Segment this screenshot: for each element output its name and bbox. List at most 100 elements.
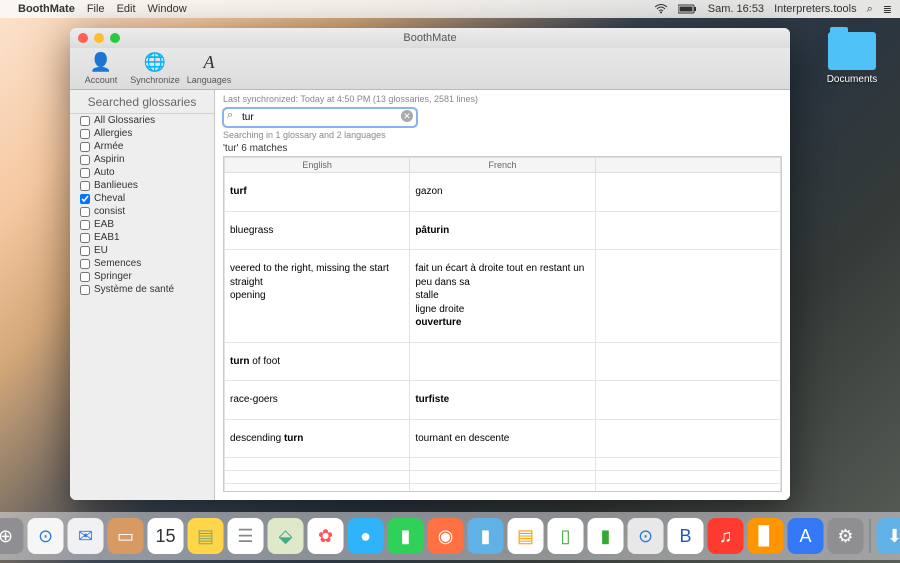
languages-button[interactable]: A Languages — [184, 50, 234, 85]
dock-maps[interactable]: ⬙ — [268, 518, 304, 554]
table-row[interactable]: bluegrasspâturin — [225, 211, 781, 250]
glossary-item[interactable]: Cheval — [70, 192, 214, 205]
glossary-item[interactable]: Auto — [70, 166, 214, 179]
search-input[interactable] — [223, 108, 417, 127]
glossary-label: Système de santé — [94, 284, 174, 295]
column-header[interactable] — [595, 158, 780, 173]
glossary-checkbox[interactable] — [80, 116, 90, 126]
glossary-checkbox[interactable] — [80, 155, 90, 165]
menu-window[interactable]: Window — [148, 3, 187, 15]
dock-itunes[interactable]: ♫ — [708, 518, 744, 554]
glossary-checkbox[interactable] — [80, 272, 90, 282]
column-header[interactable]: English — [225, 158, 410, 173]
table-cell — [595, 250, 780, 343]
dock-safari[interactable]: ⊙ — [28, 518, 64, 554]
notification-icon[interactable]: ≣ — [883, 3, 892, 16]
sync-status: Last synchronized: Today at 4:50 PM (13 … — [223, 94, 782, 104]
table-cell: fait un écart à droite tout en restant u… — [410, 250, 595, 343]
glossary-item[interactable]: All Glossaries — [70, 114, 214, 127]
clear-search-button[interactable]: ✕ — [401, 110, 413, 122]
results-table[interactable]: EnglishFrenchturfgazonbluegrasspâturinve… — [223, 156, 782, 492]
dock-downloads[interactable]: ⬇ — [877, 518, 900, 554]
dock-folder1[interactable]: ▮ — [468, 518, 504, 554]
table-row[interactable]: turn of foot — [225, 342, 781, 381]
glossary-checkbox[interactable] — [80, 246, 90, 256]
search-field-wrapper: ⌕ ✕ — [223, 107, 417, 127]
battery-icon[interactable] — [678, 4, 698, 14]
table-row[interactable]: race-goersturfiste — [225, 381, 781, 420]
dock-contacts[interactable]: ▭ — [108, 518, 144, 554]
glossary-item[interactable]: EU — [70, 244, 214, 257]
dock-photos[interactable]: ✿ — [308, 518, 344, 554]
titlebar[interactable]: BoothMate — [70, 28, 790, 48]
glossary-checkbox[interactable] — [80, 207, 90, 217]
glossary-checkbox[interactable] — [80, 181, 90, 191]
account-icon: 👤 — [89, 50, 113, 74]
glossary-checkbox[interactable] — [80, 194, 90, 204]
glossary-item[interactable]: Springer — [70, 270, 214, 283]
main-panel: Last synchronized: Today at 4:50 PM (13 … — [215, 90, 790, 500]
glossary-checkbox[interactable] — [80, 142, 90, 152]
menubar-sitename[interactable]: Interpreters.tools — [774, 3, 857, 15]
menu-edit[interactable]: Edit — [117, 3, 136, 15]
dock-messages[interactable]: ● — [348, 518, 384, 554]
glossary-checkbox[interactable] — [80, 220, 90, 230]
column-header[interactable]: French — [410, 158, 595, 173]
wifi-icon[interactable] — [654, 4, 668, 14]
glossary-checkbox[interactable] — [80, 168, 90, 178]
glossary-item[interactable]: EAB — [70, 218, 214, 231]
menubar-time[interactable]: Sam. 16:53 — [708, 3, 764, 15]
dock-facetime[interactable]: ▮ — [388, 518, 424, 554]
dock-photobooth[interactable]: ◉ — [428, 518, 464, 554]
glossary-label: Banlieues — [94, 180, 138, 191]
search-hint: Searching in 1 glossary and 2 languages — [223, 130, 782, 140]
dock-calendar[interactable]: 15 — [148, 518, 184, 554]
glossary-item[interactable]: EAB1 — [70, 231, 214, 244]
table-cell — [410, 342, 595, 381]
dock-numbers2[interactable]: ▮ — [588, 518, 624, 554]
account-button[interactable]: 👤 Account — [76, 50, 126, 85]
glossary-checkbox[interactable] — [80, 259, 90, 269]
dock-safari2[interactable]: ⊙ — [628, 518, 664, 554]
glossary-item[interactable]: Système de santé — [70, 283, 214, 296]
dock-ibooks[interactable]: ▊ — [748, 518, 784, 554]
dock-launchpad[interactable]: ⊕ — [0, 518, 24, 554]
app-window: BoothMate 👤 Account 🌐 Synchronize A Lang… — [70, 28, 790, 500]
glossary-label: Armée — [94, 141, 123, 152]
dock-appstore[interactable]: A — [788, 518, 824, 554]
dock-pages[interactable]: ▤ — [508, 518, 544, 554]
dock-notes[interactable]: ▤ — [188, 518, 224, 554]
dock-numbers[interactable]: ▯ — [548, 518, 584, 554]
table-row[interactable]: descending turntournant en descente — [225, 419, 781, 458]
glossary-label: EU — [94, 245, 108, 256]
table-row[interactable]: veered to the right, missing the startst… — [225, 250, 781, 343]
menu-file[interactable]: File — [87, 3, 105, 15]
dock-boothmate[interactable]: B — [668, 518, 704, 554]
table-cell: race-goers — [225, 381, 410, 420]
glossary-item[interactable]: Semences — [70, 257, 214, 270]
spotlight-icon[interactable]: ⌕ — [867, 3, 873, 16]
dock-settings[interactable]: ⚙ — [828, 518, 864, 554]
glossary-checkbox[interactable] — [80, 129, 90, 139]
table-row-empty — [225, 484, 781, 493]
glossary-item[interactable]: Aspirin — [70, 153, 214, 166]
glossary-checkbox[interactable] — [80, 233, 90, 243]
desktop-documents-folder[interactable]: Documents — [822, 32, 882, 85]
match-count: 'tur' 6 matches — [223, 143, 782, 154]
glossary-item[interactable]: consist — [70, 205, 214, 218]
dock-mail[interactable]: ✉ — [68, 518, 104, 554]
glossary-item[interactable]: Armée — [70, 140, 214, 153]
glossary-item[interactable]: Allergies — [70, 127, 214, 140]
glossary-label: All Glossaries — [94, 115, 155, 126]
dock: ☻⊕⊙✉▭15▤☰⬙✿●▮◉▮▤▯▮⊙B♫▊A⚙⬇🗑 — [0, 512, 900, 560]
dock-reminders[interactable]: ☰ — [228, 518, 264, 554]
table-row-empty — [225, 458, 781, 471]
synchronize-button[interactable]: 🌐 Synchronize — [130, 50, 180, 85]
table-row[interactable]: turfgazon — [225, 173, 781, 212]
table-cell: descending turn — [225, 419, 410, 458]
glossary-list: All GlossariesAllergiesArméeAspirinAutoB… — [70, 114, 214, 296]
glossary-checkbox[interactable] — [80, 285, 90, 295]
glossary-item[interactable]: Banlieues — [70, 179, 214, 192]
app-menu[interactable]: BoothMate — [18, 3, 75, 15]
glossary-label: Cheval — [94, 193, 125, 204]
